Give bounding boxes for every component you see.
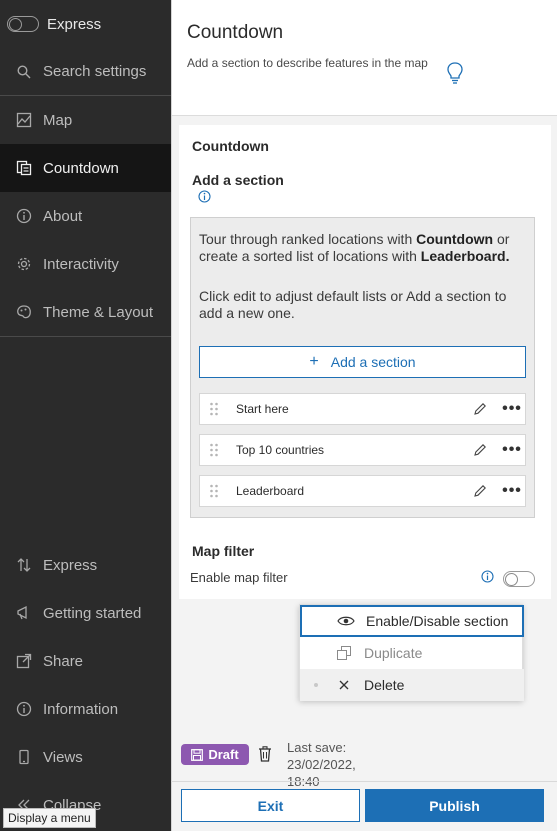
section-row[interactable]: Start here ••• xyxy=(199,393,526,425)
sidebar-item-about[interactable]: About xyxy=(0,192,171,240)
express-toggle-label: Express xyxy=(47,15,102,33)
map-filter-toggle[interactable] xyxy=(503,571,535,587)
last-save: Last save: 23/02/2022, 18:40 xyxy=(287,739,356,790)
lightbulb-icon[interactable] xyxy=(446,61,464,90)
x-icon xyxy=(334,680,354,690)
help-text: Click edit to adjust default lists or Ad… xyxy=(199,288,507,321)
sidebar-item-label: Countdown xyxy=(43,159,119,177)
section-row[interactable]: Leaderboard ••• xyxy=(199,475,526,507)
sidebar-item-label: Interactivity xyxy=(43,255,119,273)
publish-button[interactable]: Publish xyxy=(365,789,544,822)
pencil-icon[interactable] xyxy=(469,484,491,498)
pencil-icon[interactable] xyxy=(469,443,491,457)
sidebar-item-share[interactable]: Share xyxy=(0,637,171,685)
section-row[interactable]: Top 10 countries ••• xyxy=(199,434,526,466)
sidebar-item-theme-layout[interactable]: Theme & Layout xyxy=(0,288,171,336)
info-icon xyxy=(15,207,33,225)
drag-handle-icon[interactable] xyxy=(200,483,228,499)
info-icon[interactable] xyxy=(481,570,494,588)
last-save-label: Last save: xyxy=(287,740,347,755)
sidebar-divider xyxy=(0,336,171,337)
section-context-menu: Enable/Disable section Duplicate Delete xyxy=(299,604,524,701)
map-icon xyxy=(15,111,33,129)
section-label: Leaderboard xyxy=(236,484,305,498)
drag-handle-icon[interactable] xyxy=(200,442,228,458)
sidebar-item-label: Getting started xyxy=(43,604,142,622)
info-icon[interactable] xyxy=(198,190,211,208)
page-description: Add a section to describe features in th… xyxy=(187,56,428,70)
eye-icon xyxy=(336,615,356,627)
panel-header: Countdown Add a section to describe feat… xyxy=(172,0,557,116)
sections-container: Tour through ranked locations with Count… xyxy=(190,217,535,518)
sidebar-item-label: Information xyxy=(43,700,119,718)
more-options-icon[interactable]: ••• xyxy=(499,400,525,418)
menu-item-label: Duplicate xyxy=(364,645,423,661)
sidebar-item-countdown[interactable]: Countdown xyxy=(0,144,171,192)
trash-icon[interactable] xyxy=(258,746,272,767)
sidebar-item-label: About xyxy=(43,207,83,225)
intro-text-bold: Countdown xyxy=(416,231,494,247)
menu-item-enable-disable[interactable]: Enable/Disable section xyxy=(300,605,524,637)
menu-item-delete[interactable]: Delete xyxy=(300,669,524,701)
sidebar: Express Search settings Map Countdown Ab… xyxy=(0,0,171,831)
intro-text-bold: Leaderboard. xyxy=(420,248,510,264)
sidebar-item-label: Map xyxy=(43,111,73,129)
drag-handle-icon[interactable] xyxy=(200,401,228,417)
map-filter-title: Map filter xyxy=(192,543,255,559)
last-save-value: 23/02/2022, 18:40 xyxy=(287,757,356,789)
draft-label: Draft xyxy=(208,747,239,762)
search-settings-label: Search settings xyxy=(43,63,147,80)
sidebar-item-label: Theme & Layout xyxy=(43,303,154,321)
menu-item-label: Enable/Disable section xyxy=(366,613,509,629)
palette-icon xyxy=(15,303,33,321)
express-toggle-row[interactable]: Express xyxy=(0,0,171,48)
menu-item-label: Delete xyxy=(364,677,405,693)
add-section-button[interactable]: + Add a section xyxy=(199,346,526,378)
sidebar-item-views[interactable]: Views xyxy=(0,733,171,781)
sidebar-item-express[interactable]: Express xyxy=(0,541,171,589)
add-section-title: Add a section xyxy=(192,172,284,188)
plus-icon: + xyxy=(309,353,319,370)
sidebar-item-information[interactable]: Information xyxy=(0,685,171,733)
add-section-button-label: Add a section xyxy=(330,354,416,370)
countdown-icon xyxy=(15,159,33,177)
share-icon xyxy=(15,652,33,670)
more-options-icon[interactable]: ••• xyxy=(499,441,525,459)
tooltip: Display a menu xyxy=(3,808,96,828)
exit-button[interactable]: Exit xyxy=(181,789,360,822)
sort-arrows-icon xyxy=(15,556,33,574)
sidebar-item-interactivity[interactable]: Interactivity xyxy=(0,240,171,288)
sidebar-item-label: Share xyxy=(43,652,84,670)
duplicate-icon xyxy=(334,646,354,660)
pencil-icon[interactable] xyxy=(469,402,491,416)
countdown-card: Countdown Add a section Tour through ran… xyxy=(179,125,551,599)
menu-dot xyxy=(314,683,318,687)
page-title: Countdown xyxy=(187,22,284,43)
sidebar-item-map[interactable]: Map xyxy=(0,96,171,144)
sidebar-item-label: Views xyxy=(43,748,83,766)
save-icon xyxy=(191,748,204,761)
sidebar-item-label: Express xyxy=(43,556,98,574)
gear-icon xyxy=(15,255,33,273)
phone-icon xyxy=(15,748,33,766)
footer-divider xyxy=(171,781,557,782)
express-toggle[interactable] xyxy=(7,16,39,32)
menu-item-duplicate[interactable]: Duplicate xyxy=(300,637,524,669)
sidebar-item-getting-started[interactable]: Getting started xyxy=(0,589,171,637)
info-icon xyxy=(15,700,33,718)
intro-text-part: Tour through ranked locations with xyxy=(199,231,417,247)
sidebar-bottom: Express Getting started Share Informatio… xyxy=(0,541,171,829)
intro-text: Tour through ranked locations with Count… xyxy=(199,231,529,265)
search-icon xyxy=(15,63,33,81)
section-label: Start here xyxy=(236,402,289,416)
settings-panel: Countdown Add a section to describe feat… xyxy=(171,0,557,831)
draft-badge: Draft xyxy=(181,744,249,765)
card-title: Countdown xyxy=(192,138,269,154)
search-settings[interactable]: Search settings xyxy=(0,48,171,96)
section-label: Top 10 countries xyxy=(236,443,325,457)
more-options-icon[interactable]: ••• xyxy=(499,482,525,500)
megaphone-icon xyxy=(15,604,33,622)
map-filter-label: Enable map filter xyxy=(190,570,288,585)
